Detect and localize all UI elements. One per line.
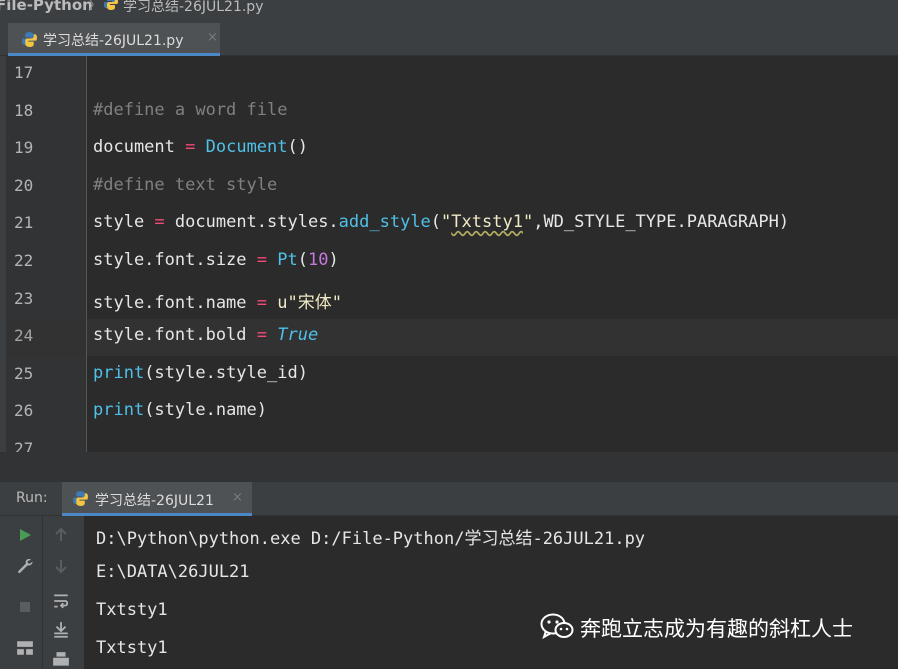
line-number: 23 — [14, 288, 34, 308]
line-number: 24 — [14, 326, 34, 346]
run-tab-close-icon[interactable]: × — [232, 490, 243, 505]
code-token: style.font.size — [93, 250, 257, 270]
line-number: 18 — [14, 100, 34, 120]
code-token: = — [256, 325, 268, 346]
watermark: 奔跑立志成为有趣的斜杠人士 — [540, 612, 853, 644]
code-token: True — [277, 325, 319, 346]
code-line[interactable]: print(style.style_id) — [93, 363, 308, 383]
breadcrumb: File-Python 〉 学习总结-26JUL21.py — [0, 0, 898, 14]
code-token: Txtsty1 — [451, 212, 523, 233]
scroll-to-end-icon[interactable] — [50, 619, 72, 641]
soft-wrap-icon[interactable] — [50, 590, 72, 612]
scroll-up-icon[interactable] — [50, 524, 72, 546]
wechat-logo-icon — [540, 612, 574, 644]
line-number: 17 — [14, 63, 34, 82]
code-token: Pt — [277, 250, 298, 270]
run-console[interactable]: D:\Python\python.exe D:/File-Python/学习总结… — [84, 516, 898, 669]
code-line[interactable]: style = document.styles.add_style("Txtst… — [93, 212, 789, 232]
scroll-down-icon[interactable] — [50, 555, 72, 577]
code-line[interactable]: #define text style — [93, 175, 277, 195]
code-token: (style.name) — [144, 400, 268, 421]
run-panel-label: Run: — [16, 490, 48, 506]
python-file-icon — [103, 0, 119, 14]
code-token: ( — [430, 212, 442, 233]
watermark-text: 奔跑立志成为有趣的斜杠人士 — [580, 617, 853, 641]
run-tab-label: 学习总结-26JUL21 — [95, 493, 214, 509]
editor-tab[interactable]: 学习总结-26JUL21.py × — [8, 23, 220, 56]
console-line: E:\DATA\26JUL21 — [96, 562, 250, 582]
code-token: = — [154, 212, 165, 233]
code-token: " — [522, 212, 534, 233]
console-line: Txtsty1 — [96, 600, 168, 620]
line-number: 19 — [14, 138, 34, 158]
code-token: () — [287, 137, 308, 158]
editor-tab-bar: 学习总结-26JUL21.py × — [0, 14, 898, 56]
code-line[interactable]: print(style.name) — [93, 400, 267, 420]
code-token: style — [93, 212, 155, 233]
code-token: document — [93, 137, 186, 158]
code-token: style.font.name — [93, 292, 257, 313]
code-token: #define a word file — [93, 99, 288, 120]
code-token: ,WD_STYLE_TYPE.PARAGRAPH) — [533, 212, 790, 233]
code-token: Document — [205, 137, 288, 158]
layout-icon[interactable] — [14, 637, 36, 659]
gutter-divider — [86, 56, 87, 452]
code-line[interactable]: document = Document() — [93, 137, 308, 157]
code-token: print — [93, 362, 145, 383]
editor-tab-label: 学习总结-26JUL21.py — [43, 33, 184, 49]
code-token: u"宋体" — [277, 292, 342, 313]
wrench-icon[interactable] — [14, 555, 36, 577]
code-line[interactable]: style.font.name = u"宋体" — [93, 288, 342, 313]
line-number: 20 — [14, 175, 34, 195]
run-panel-header: Run: 学习总结-26JUL21 × — [0, 482, 898, 516]
breadcrumb-file[interactable]: 学习总结-26JUL21.py — [123, 0, 263, 14]
code-token: = — [185, 137, 196, 158]
code-token: = — [256, 292, 268, 313]
line-number: 27 — [14, 439, 34, 452]
line-number: 22 — [14, 251, 34, 270]
line-number: 21 — [14, 213, 34, 233]
line-number: 25 — [14, 363, 34, 383]
python-file-icon — [21, 31, 38, 52]
code-token: " — [441, 212, 452, 233]
run-tab[interactable]: 学习总结-26JUL21 × — [62, 482, 252, 516]
python-file-icon — [72, 490, 89, 511]
line-number: 26 — [14, 401, 34, 421]
rerun-icon[interactable] — [14, 524, 36, 546]
code-token: 10 — [308, 250, 329, 270]
code-token: document.styles. — [164, 212, 339, 233]
code-token: style.font.bold — [93, 325, 257, 346]
breadcrumb-project[interactable]: File-Python — [0, 0, 93, 14]
stop-icon[interactable] — [14, 596, 36, 618]
code-token: ) — [328, 250, 339, 270]
code-token: #define text style — [93, 174, 278, 195]
code-line[interactable]: style.font.bold = True — [93, 325, 318, 345]
code-token: = — [256, 250, 268, 270]
print-icon[interactable] — [50, 649, 72, 669]
code-token: add_style — [338, 212, 431, 233]
tab-close-icon[interactable]: × — [207, 30, 218, 45]
run-toolbar — [0, 516, 84, 669]
code-token: print — [93, 400, 145, 421]
code-editor[interactable]: 17 18 #define a word file 19 document = Docu… — [0, 56, 898, 452]
console-line: Txtsty1 — [96, 638, 168, 658]
code-token: ( — [297, 250, 308, 270]
console-line: D:\Python\python.exe D:/File-Python/学习总结… — [96, 529, 646, 549]
breadcrumb-separator-icon: 〉 — [88, 0, 102, 14]
code-token: (style.style_id) — [144, 362, 308, 383]
code-line[interactable]: style.font.size = Pt(10) — [93, 250, 339, 270]
code-line[interactable]: #define a word file — [93, 100, 287, 120]
run-toolbar-divider — [42, 516, 43, 669]
editor-bottom-gap — [0, 452, 898, 482]
